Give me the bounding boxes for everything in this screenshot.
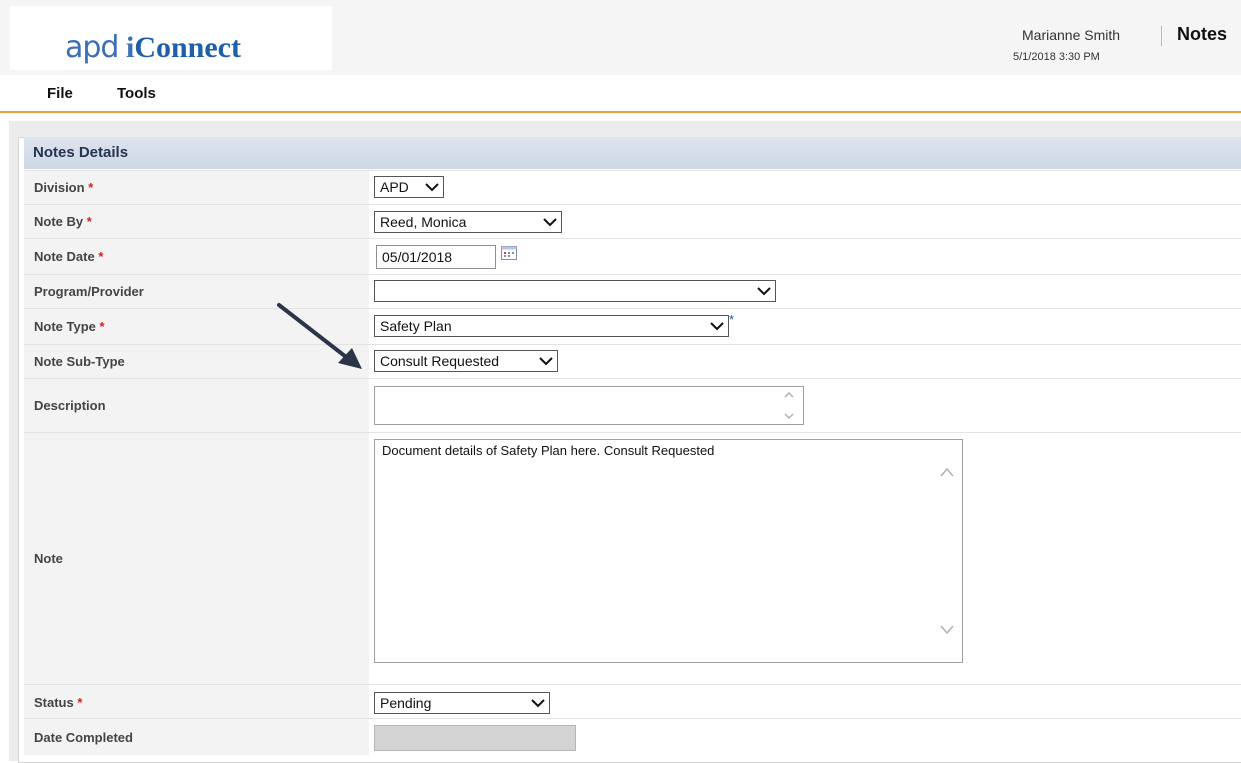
scroll-down-icon[interactable]: [782, 411, 796, 421]
chevron-down-icon: [757, 287, 771, 296]
label-cell: Status *: [24, 685, 369, 719]
chevron-down-icon: [543, 218, 557, 227]
menu-tools[interactable]: Tools: [117, 85, 156, 102]
row-description: Description: [24, 378, 1241, 433]
note-date-label: Note Date *: [34, 249, 104, 264]
scroll-down-icon[interactable]: [939, 624, 955, 636]
note-type-marker: *: [729, 312, 735, 327]
row-note-date: Note Date * 05/01/2018: [24, 238, 1241, 275]
division-label: Division *: [34, 180, 94, 195]
description-textarea[interactable]: [374, 386, 804, 425]
row-note-by: Note By * Reed, Monica: [24, 204, 1241, 239]
note-by-select[interactable]: Reed, Monica: [374, 211, 562, 233]
label-cell: Date Completed: [24, 719, 369, 755]
label-cell: Note: [24, 433, 369, 685]
description-label: Description: [34, 398, 106, 413]
program-provider-select[interactable]: [374, 280, 776, 302]
scroll-up-icon[interactable]: [782, 390, 796, 400]
menu-bar: File Tools: [0, 75, 1241, 113]
label-cell: Note By *: [24, 205, 369, 239]
calendar-icon[interactable]: [501, 246, 517, 260]
user-name: Marianne Smith: [1022, 27, 1121, 43]
label-cell: Note Date *: [24, 239, 369, 275]
status-select[interactable]: Pending: [374, 692, 550, 714]
row-program-provider: Program/Provider: [24, 274, 1241, 309]
required-marker: *: [98, 249, 104, 264]
date-completed-input: [374, 725, 576, 751]
row-status: Status * Pending: [24, 684, 1241, 719]
note-textarea[interactable]: Document details of Safety Plan here. Co…: [374, 439, 963, 663]
row-note-subtype: Note Sub-Type Consult Requested: [24, 344, 1241, 379]
section-title: Notes Details: [33, 144, 129, 161]
note-type-label: Note Type *: [34, 319, 105, 334]
chevron-down-icon: [539, 357, 553, 366]
note-label: Note: [34, 551, 63, 566]
section-header: Notes Details: [24, 137, 1241, 169]
required-marker: *: [99, 319, 105, 334]
session-datetime: 5/1/2018 3:30 PM: [1013, 51, 1100, 63]
note-subtype-label: Note Sub-Type: [34, 354, 125, 369]
note-date-input[interactable]: 05/01/2018: [376, 245, 496, 269]
note-text: Document details of Safety Plan here. Co…: [382, 443, 715, 458]
app-header: apd iConnect Marianne Smith 5/1/2018 3:3…: [0, 0, 1241, 75]
menu-file[interactable]: File: [47, 85, 73, 102]
label-cell: Division *: [24, 171, 369, 205]
scroll-up-icon[interactable]: [939, 466, 955, 478]
page-title: Notes: [1177, 24, 1228, 44]
note-by-label: Note By *: [34, 214, 92, 229]
required-marker: *: [88, 180, 94, 195]
header-divider: [1161, 26, 1162, 46]
row-date-completed: Date Completed: [24, 718, 1241, 755]
arrow-annotation-icon: [277, 303, 362, 369]
required-marker: *: [86, 214, 92, 229]
chevron-down-icon: [531, 699, 545, 708]
required-marker: *: [77, 695, 83, 710]
row-note: Note Document details of Safety Plan her…: [24, 432, 1241, 685]
status-label: Status *: [34, 695, 83, 710]
row-division: Division * APD: [24, 170, 1241, 205]
label-cell: Description: [24, 379, 369, 433]
program-provider-label: Program/Provider: [34, 284, 144, 299]
note-subtype-select[interactable]: Consult Requested: [374, 350, 558, 372]
division-select[interactable]: APD: [374, 176, 444, 198]
chevron-down-icon: [710, 322, 724, 331]
logo-area: apd iConnect: [10, 6, 332, 70]
date-completed-label: Date Completed: [34, 730, 133, 745]
row-note-type: Note Type * Safety Plan *: [24, 308, 1241, 345]
chevron-down-icon: [425, 183, 439, 192]
apd-iconnect-logo[interactable]: apd iConnect: [65, 30, 241, 66]
note-type-select[interactable]: Safety Plan: [374, 315, 729, 337]
